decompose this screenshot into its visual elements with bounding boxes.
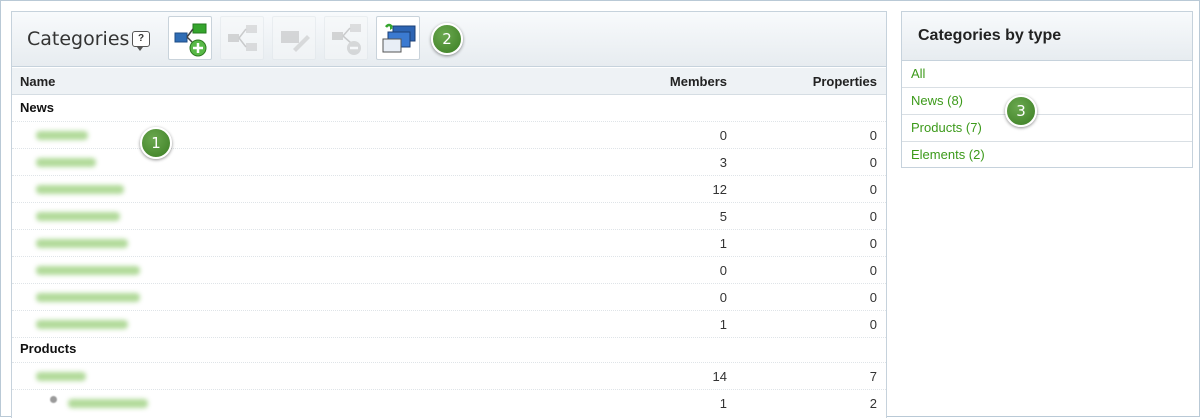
table-row[interactable]: 14 7 [12, 363, 886, 390]
properties-count: 0 [869, 209, 877, 224]
category-name[interactable] [36, 320, 128, 329]
members-count: 1 [719, 317, 727, 332]
group-label: News [20, 100, 54, 115]
table-row[interactable]: 1 0 [12, 311, 886, 338]
properties-count: 0 [869, 263, 877, 278]
add-category-button[interactable] [168, 16, 212, 60]
type-item-news[interactable]: News (8) [902, 88, 1192, 115]
categories-by-type-panel: Categories by type All News (8) Products… [901, 11, 1193, 168]
callout-badge-3: 3 [1005, 95, 1037, 127]
type-item-products[interactable]: Products (7) [902, 115, 1192, 142]
members-count: 3 [719, 155, 727, 170]
category-name[interactable] [36, 212, 120, 221]
categories-by-type-title: Categories by type [918, 27, 1062, 44]
page-title: Categories [27, 28, 130, 50]
members-count: 0 [719, 263, 727, 278]
delete-category-icon [332, 24, 361, 55]
properties-count: 7 [869, 369, 877, 384]
callout-badge-1: 1 [140, 127, 172, 159]
type-link-elements[interactable]: Elements (2) [911, 147, 985, 162]
members-count: 1 [719, 236, 727, 251]
category-name[interactable] [68, 399, 148, 408]
type-link-products[interactable]: Products (7) [911, 120, 982, 135]
category-name[interactable] [36, 266, 140, 275]
delete-category-button[interactable] [324, 16, 368, 60]
category-name[interactable] [36, 239, 128, 248]
categories-by-type-header: Categories by type [902, 12, 1192, 61]
categories-panel: Categories ? Name Members Properties New… [11, 11, 887, 418]
edit-category-icon [281, 31, 310, 52]
properties-count: 0 [869, 128, 877, 143]
table-row[interactable]: 5 0 [12, 203, 886, 230]
properties-count: 0 [869, 236, 877, 251]
table-row[interactable]: 1 2 [12, 390, 886, 416]
table-header: Name Members Properties [12, 68, 886, 95]
properties-count: 0 [869, 182, 877, 197]
type-item-elements[interactable]: Elements (2) [902, 142, 1192, 168]
add-subcategory-icon [228, 25, 257, 51]
category-name[interactable] [36, 185, 124, 194]
add-subcategory-button[interactable] [220, 16, 264, 60]
help-icon[interactable]: ? [132, 31, 150, 51]
tree-bullet-icon [50, 396, 57, 403]
group-row-products: Products [12, 336, 886, 363]
table-row[interactable]: 1 0 [12, 230, 886, 257]
category-name[interactable] [36, 293, 140, 302]
members-count: 1 [719, 396, 727, 411]
column-header-name[interactable]: Name [20, 74, 55, 89]
group-row-news: News [12, 95, 886, 122]
members-count: 0 [719, 128, 727, 143]
category-name[interactable] [36, 372, 86, 381]
members-count: 12 [712, 182, 727, 197]
table-row[interactable]: 0 0 [12, 257, 886, 284]
properties-count: 0 [869, 317, 877, 332]
members-count: 14 [712, 369, 727, 384]
properties-count: 2 [869, 396, 877, 411]
group-label: Products [20, 341, 77, 356]
properties-count: 0 [869, 155, 877, 170]
members-count: 5 [719, 209, 727, 224]
column-header-properties[interactable]: Properties [813, 74, 877, 89]
type-link-all[interactable]: All [911, 66, 925, 81]
properties-count: 0 [869, 290, 877, 305]
edit-category-button[interactable] [272, 16, 316, 60]
add-category-icon [174, 23, 207, 57]
column-header-members[interactable]: Members [670, 74, 727, 89]
members-count: 0 [719, 290, 727, 305]
type-link-news[interactable]: News (8) [911, 93, 963, 108]
category-windows-button[interactable] [376, 16, 420, 60]
category-windows-icon [382, 23, 416, 53]
callout-badge-2: 2 [431, 23, 463, 55]
table-row[interactable]: 12 0 [12, 176, 886, 203]
category-name[interactable] [36, 158, 96, 167]
type-item-all[interactable]: All [902, 61, 1192, 88]
table-row[interactable]: 0 0 [12, 284, 886, 311]
category-name[interactable] [36, 131, 88, 140]
